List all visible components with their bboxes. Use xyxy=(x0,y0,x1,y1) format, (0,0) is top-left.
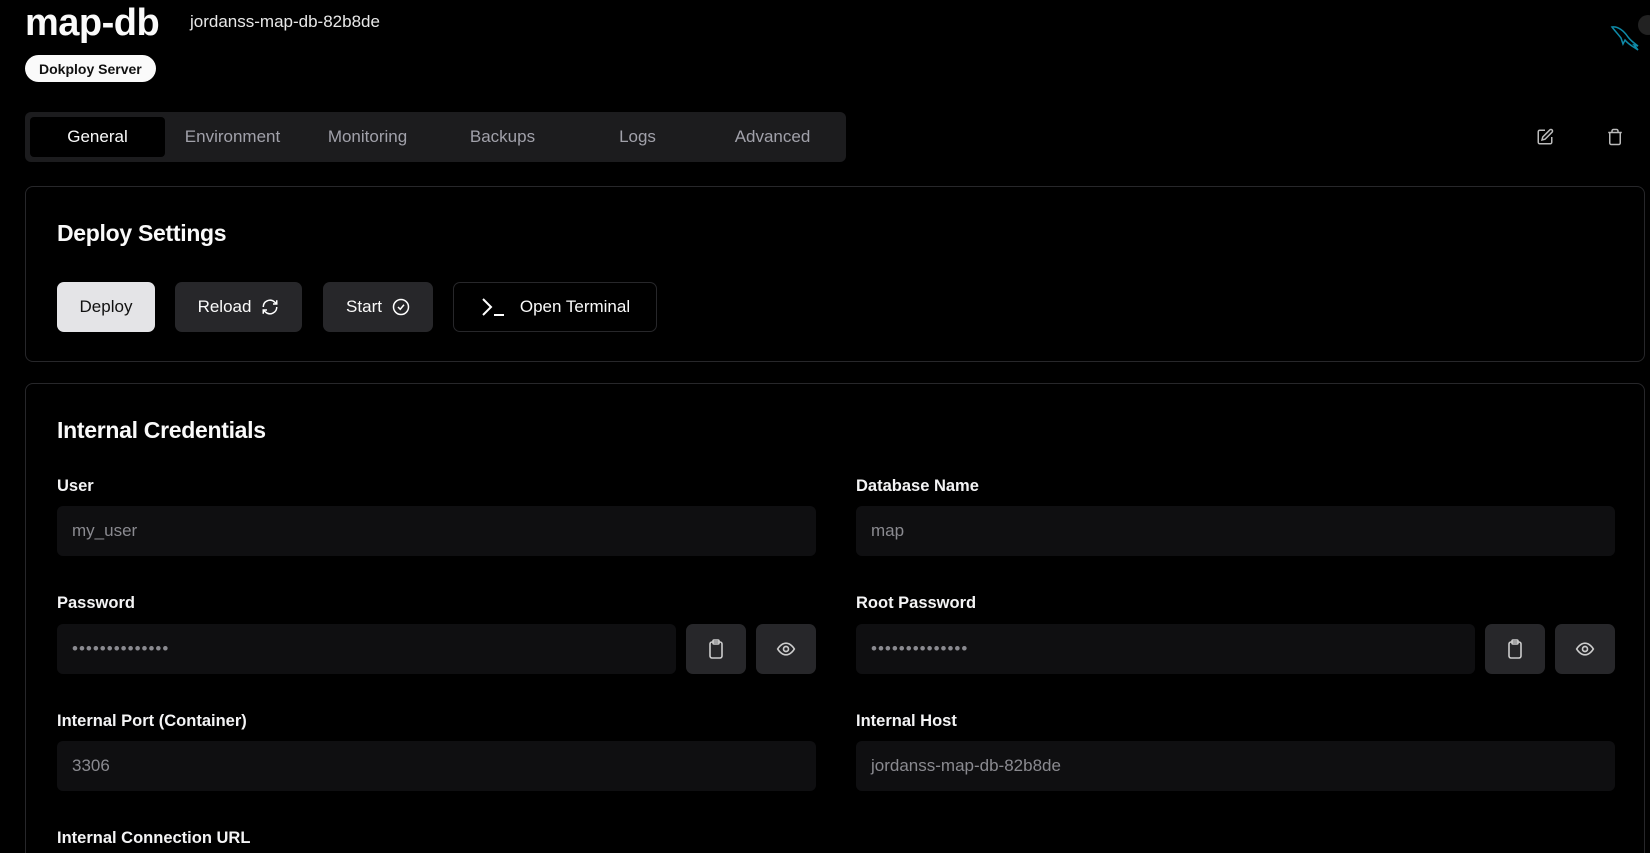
terminal-icon xyxy=(482,298,504,316)
database-name-input[interactable]: map xyxy=(856,506,1615,556)
copy-root-password-button[interactable] xyxy=(1485,624,1545,674)
start-button[interactable]: Start xyxy=(323,282,433,332)
mysql-dolphin-icon xyxy=(1610,26,1639,51)
password-input[interactable]: •••••••••••••• xyxy=(57,624,676,674)
internal-port-input[interactable]: 3306 xyxy=(57,741,816,791)
server-badge: Dokploy Server xyxy=(25,55,156,82)
internal-connection-url-label: Internal Connection URL xyxy=(57,829,251,847)
reload-label: Reload xyxy=(197,297,252,316)
internal-host-input[interactable]: jordanss-map-db-82b8de xyxy=(856,741,1615,791)
edit-button[interactable] xyxy=(1530,122,1560,152)
reload-button[interactable]: Reload xyxy=(175,282,302,332)
eye-icon xyxy=(776,642,796,656)
root-password-input[interactable]: •••••••••••••• xyxy=(856,624,1475,674)
deploy-settings-card: Deploy Settings Deploy Reload Start Open… xyxy=(25,186,1645,362)
check-circle-icon xyxy=(392,298,410,316)
trash-icon xyxy=(1608,128,1622,146)
app-name: jordanss-map-db-82b8de xyxy=(190,12,380,31)
deploy-label: Deploy xyxy=(79,297,133,316)
tab-general[interactable]: General xyxy=(30,117,165,157)
clipboard-icon xyxy=(709,639,723,659)
show-root-password-button[interactable] xyxy=(1555,624,1615,674)
open-terminal-button[interactable]: Open Terminal xyxy=(453,282,657,332)
edit-icon xyxy=(1537,128,1554,145)
internal-port-label: Internal Port (Container) xyxy=(57,712,247,730)
page-title: map-db xyxy=(25,2,160,44)
copy-password-button[interactable] xyxy=(686,624,746,674)
tab-monitoring[interactable]: Monitoring xyxy=(300,117,435,157)
start-label: Start xyxy=(346,297,382,316)
eye-icon xyxy=(1575,642,1595,656)
tab-bar: General Environment Monitoring Backups L… xyxy=(25,112,846,162)
user-label: User xyxy=(57,477,94,495)
clipboard-icon xyxy=(1508,639,1522,659)
tab-logs[interactable]: Logs xyxy=(570,117,705,157)
password-label: Password xyxy=(57,594,135,612)
delete-button[interactable] xyxy=(1600,122,1630,152)
tab-backups[interactable]: Backups xyxy=(435,117,570,157)
refresh-icon xyxy=(262,299,278,315)
database-name-label: Database Name xyxy=(856,477,979,495)
internal-credentials-title: Internal Credentials xyxy=(57,417,266,443)
user-input[interactable]: my_user xyxy=(57,506,816,556)
internal-credentials-card: Internal Credentials User my_user Databa… xyxy=(25,383,1645,853)
open-terminal-label: Open Terminal xyxy=(519,297,631,316)
deploy-settings-title: Deploy Settings xyxy=(57,220,227,246)
root-password-label: Root Password xyxy=(856,594,977,612)
show-password-button[interactable] xyxy=(756,624,816,674)
tab-advanced[interactable]: Advanced xyxy=(705,117,840,157)
deploy-button[interactable]: Deploy xyxy=(57,282,155,332)
tab-environment[interactable]: Environment xyxy=(165,117,300,157)
internal-host-label: Internal Host xyxy=(856,712,957,730)
